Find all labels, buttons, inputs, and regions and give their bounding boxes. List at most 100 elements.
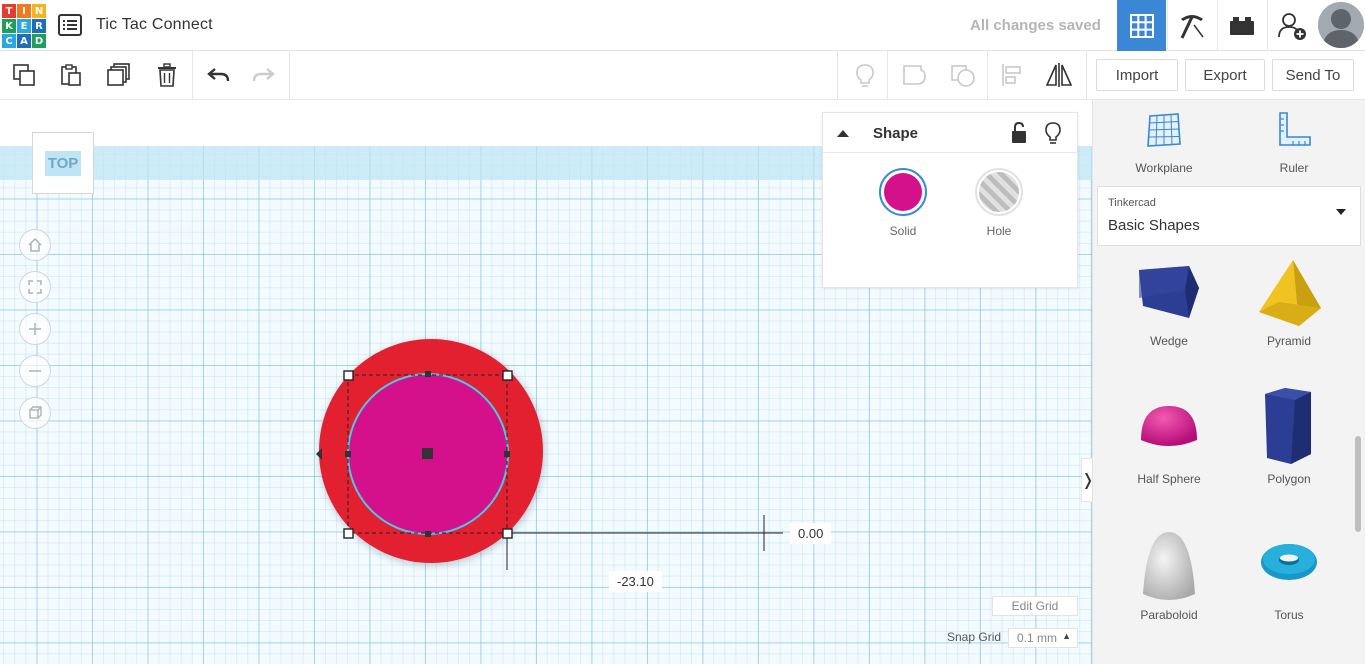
shapes-scrollbar[interactable] [1352,260,1362,664]
ruler-icon [1279,112,1311,146]
duplicate-button[interactable] [103,59,135,91]
add-user-icon [1278,12,1306,40]
mirror-button[interactable] [1043,59,1075,91]
center-handle[interactable] [422,448,433,459]
workplane-tool[interactable]: Workplane [1114,110,1214,175]
group-button[interactable] [899,59,931,91]
half-sphere-icon [1141,406,1197,446]
polygon-icon [1265,388,1311,464]
redo-icon [252,68,275,82]
tinkercad-logo[interactable]: T I N K E R C A D [2,4,46,48]
paste-button[interactable] [55,59,87,91]
brick-icon [1230,16,1254,35]
copy-icon [13,64,35,86]
lock-icon[interactable] [1009,121,1029,145]
bricks-button[interactable] [1217,0,1266,51]
logo-letter: A [17,34,31,48]
import-button[interactable]: Import [1096,59,1178,91]
resize-handle[interactable] [504,451,510,457]
shape-label: Half Sphere [1137,472,1201,486]
align-button[interactable] [996,59,1028,91]
workplane-canvas[interactable]: TOP 0.00 -23.10 Shape Solid Hole Edit Gr… [0,100,1092,664]
y-distance-field[interactable]: -23.10 [609,571,662,592]
resize-handle[interactable] [502,370,513,381]
shape-torus[interactable]: Torus [1229,528,1349,658]
pyramid-icon [1259,260,1321,326]
library-source: Tinkercad [1108,197,1156,209]
snap-grid-select[interactable]: 0.1 mm ▲ [1008,628,1078,648]
edit-toolbar: Import Export Send To [0,51,1365,100]
workplane-label: Workplane [1135,161,1193,175]
ruler-label: Ruler [1279,161,1309,175]
logo-letter: D [32,34,46,48]
resize-handle[interactable] [425,531,431,537]
dropdown-caret-icon [1336,209,1346,215]
resize-handle[interactable] [425,371,431,377]
resize-handle[interactable] [343,370,354,381]
copy-button[interactable] [8,59,40,91]
shape-label: Pyramid [1266,334,1311,348]
shapes-list: Wedge Pyramid Half Sphere Polygon Parabo… [1093,258,1355,664]
duplicate-icon [107,63,130,86]
send-to-button[interactable]: Send To [1272,59,1354,91]
hole-button[interactable]: Hole [964,168,1034,238]
logo-letter: C [2,34,16,48]
resize-handle[interactable] [343,528,354,539]
shape-wedge[interactable]: Wedge [1109,258,1229,388]
shape-label: Paraboloid [1140,608,1198,622]
solid-color-button[interactable]: Solid [868,168,938,238]
logo-letter: R [32,19,46,33]
wedge-icon [1139,266,1199,318]
shape-half-sphere[interactable]: Half Sphere [1109,388,1229,518]
edit-grid-button[interactable]: Edit Grid [992,596,1078,616]
hole-label: Hole [986,224,1012,238]
delete-button[interactable] [151,59,183,91]
caret-up-icon: ▲ [1062,631,1071,641]
export-button[interactable]: Export [1185,59,1265,91]
3d-view-button[interactable] [1117,0,1166,51]
align-icon [1002,64,1021,86]
snap-grid-label: Snap Grid [947,630,1002,644]
pickaxe-icon [1180,14,1204,39]
top-bar: T I N K E R C A D Tic Tac Connect All ch… [0,0,1365,51]
add-user-button[interactable] [1267,0,1316,51]
collapse-arrow-icon[interactable] [835,126,851,140]
trash-icon [158,63,176,87]
logo-letter: N [32,4,46,18]
group-icon [903,65,926,85]
ungroup-icon [951,65,975,87]
shape-paraboloid[interactable]: Paraboloid [1109,528,1229,658]
scrollbar-thumb[interactable] [1355,436,1361,532]
design-title[interactable]: Tic Tac Connect [96,16,213,34]
shape-label: Wedge [1150,334,1188,348]
lightbulb-icon[interactable] [1043,121,1063,145]
shape-library-select[interactable]: Tinkercad Basic Shapes [1097,186,1361,246]
hole-swatch [975,168,1023,216]
right-sidebar: Workplane Ruler Tinkercad Basic Shapes W… [1092,100,1365,664]
workplane-icon [1147,113,1181,147]
x-distance-field[interactable]: 0.00 [790,523,832,544]
paraboloid-icon [1143,532,1195,600]
ruler-tool[interactable]: Ruler [1244,110,1344,175]
grid-icon [1129,13,1154,38]
notes-button[interactable] [849,59,881,91]
paste-icon [61,64,81,86]
ungroup-button[interactable] [947,59,979,91]
blocks-pickaxe-button[interactable] [1167,0,1216,51]
shape-label: Polygon [1267,472,1311,486]
lightbulb-icon [856,64,874,87]
undo-icon [207,68,230,82]
undo-button[interactable] [202,59,234,91]
shape-pyramid[interactable]: Pyramid [1229,258,1349,388]
resize-handle[interactable] [345,451,351,457]
design-menu-icon[interactable] [58,14,82,36]
panel-toggle-chevron-icon[interactable]: ❭ [1081,458,1092,502]
redo-button[interactable] [248,59,280,91]
shape-inspector: Shape Solid Hole [822,112,1078,288]
shape-polygon[interactable]: Polygon [1229,388,1349,518]
snap-grid-value: 0.1 mm [1017,631,1058,645]
user-avatar[interactable] [1318,2,1364,48]
resize-handle[interactable] [502,528,513,539]
save-status: All changes saved [970,17,1101,34]
logo-letter: K [2,19,16,33]
